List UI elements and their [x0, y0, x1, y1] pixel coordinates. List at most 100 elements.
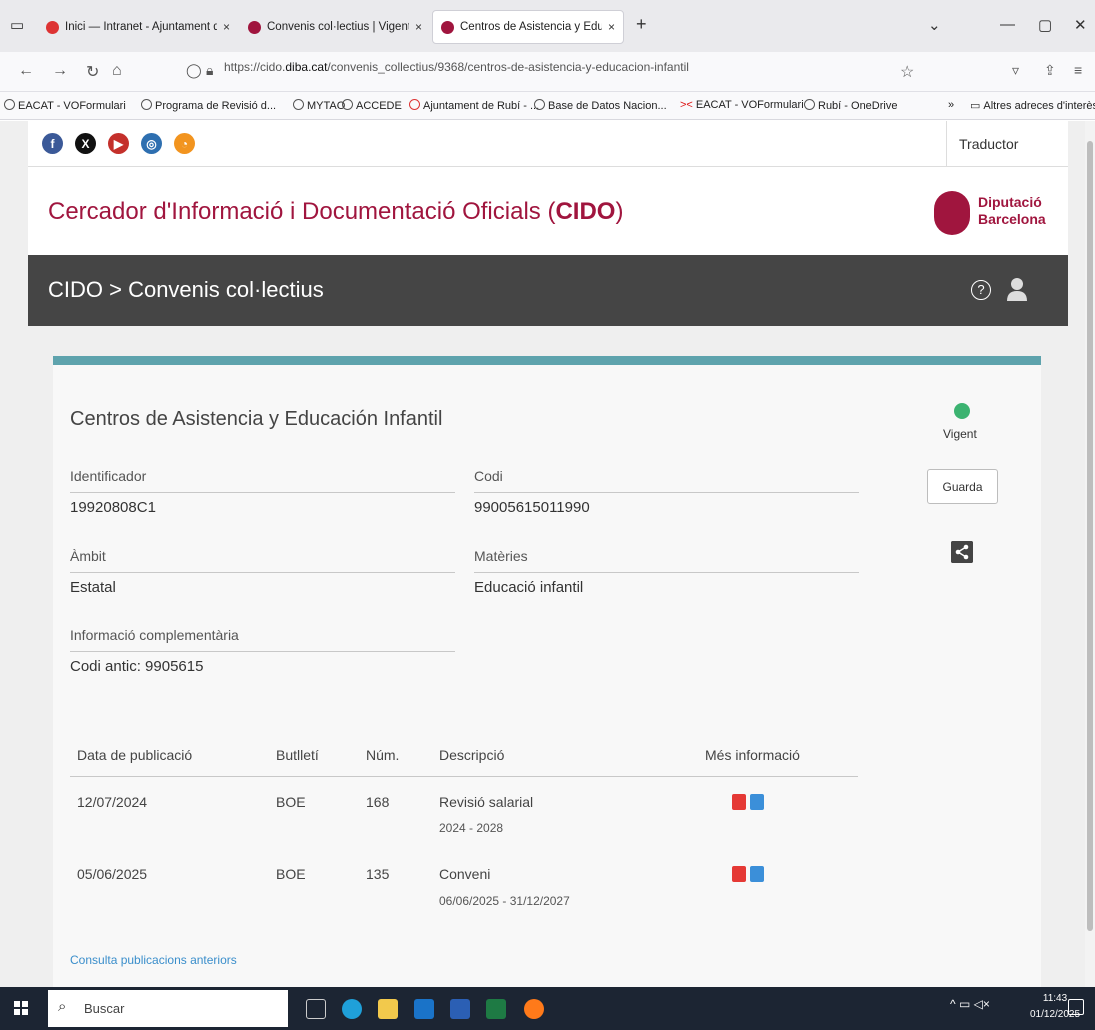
codi-value: 99005615011990	[474, 499, 590, 516]
save-button[interactable]: Guarda	[927, 469, 998, 504]
share-icon[interactable]	[951, 541, 973, 563]
bookmark-item[interactable]: Programa de Revisió d...	[141, 99, 276, 112]
close-window-icon[interactable]: ✕	[1074, 16, 1087, 34]
excel-icon[interactable]	[486, 999, 506, 1019]
eacat-icon: ><	[680, 99, 693, 111]
share-page-icon[interactable]: ⇪	[1044, 62, 1056, 79]
ambit-label: Àmbit	[70, 548, 106, 564]
tab-favicon-icon	[248, 20, 261, 34]
system-tray[interactable]: ^ ▭ ◁×	[950, 997, 990, 1011]
tab-list-icon[interactable]: ▭	[10, 16, 24, 34]
file-explorer-icon[interactable]	[378, 999, 398, 1019]
tab-close-icon[interactable]: ×	[223, 20, 230, 34]
tab-overflow-icon[interactable]: ⌄	[928, 16, 941, 34]
bookmark-item[interactable]: Rubí - OneDrive	[804, 99, 897, 112]
ajuntament-icon	[409, 99, 420, 110]
status-badge: Vigent	[943, 427, 977, 441]
notification-icon[interactable]	[1068, 999, 1084, 1015]
taskbar-search-input[interactable]: ⌕ Buscar	[48, 990, 288, 1027]
site-title[interactable]: Cercador d'Informació i Documentació Ofi…	[48, 198, 623, 226]
scrollbar-thumb[interactable]	[1087, 141, 1093, 931]
row-period: 2024 - 2028	[439, 821, 504, 835]
col-header-num: Núm.	[366, 747, 400, 763]
row-date: 05/06/2025	[77, 866, 148, 882]
image-icon	[293, 99, 304, 110]
task-view-icon[interactable]	[306, 999, 326, 1019]
maximize-icon[interactable]: ▢	[1038, 16, 1052, 34]
instagram-icon[interactable]: ◎	[141, 133, 162, 154]
bookmark-item[interactable]: EACAT - VOFormulari	[4, 99, 126, 112]
row-date: 12/07/2024	[77, 794, 148, 810]
diputacio-logo[interactable]: Diputació Barcelona	[934, 191, 1064, 235]
external-link-icon[interactable]	[750, 866, 764, 882]
minimize-icon[interactable]: —	[1000, 16, 1015, 33]
bookmarks-bar: EACAT - VOFormulari Programa de Revisió …	[0, 92, 1095, 120]
shield-icon[interactable]: ◯	[186, 62, 202, 79]
col-header-more-info: Més informació	[705, 747, 800, 763]
translator-button[interactable]: Traductor	[946, 121, 1068, 166]
tab-favicon-icon	[46, 20, 59, 34]
tab-close-icon[interactable]: ×	[415, 20, 422, 34]
facebook-icon[interactable]: f	[42, 133, 63, 154]
tab-intranet[interactable]: Inici — Intranet - Ajuntament d ×	[38, 10, 238, 44]
tab-close-icon[interactable]: ×	[608, 20, 615, 34]
word-icon[interactable]	[450, 999, 470, 1019]
info-value: Codi antic: 9905615	[70, 658, 204, 675]
url-bar[interactable]: https://cido.diba.cat/convenis_collectiu…	[224, 60, 689, 74]
home-icon[interactable]: ⌂	[112, 62, 122, 80]
row-bulletin: BOE	[276, 794, 306, 810]
codi-label: Codi	[474, 468, 503, 484]
globe-icon	[4, 99, 15, 110]
bookmark-item[interactable]: >< EACAT - VOFormulari	[680, 99, 804, 111]
windows-taskbar: ⌕ Buscar ^ ▭ ◁× 11:43 01/12/2025	[0, 987, 1095, 1030]
search-icon: ⌕	[58, 998, 67, 1015]
rss-icon[interactable]: ◔	[174, 133, 195, 154]
firefox-icon[interactable]	[524, 999, 544, 1019]
pocket-icon[interactable]: ▿	[1012, 62, 1019, 79]
browser-tab-bar: ▭ Inici — Intranet - Ajuntament d × Conv…	[0, 0, 1095, 52]
row-num: 135	[366, 866, 390, 882]
bookmarks-overflow-icon[interactable]: »	[948, 99, 954, 111]
back-icon[interactable]: ←	[18, 62, 34, 80]
other-bookmarks[interactable]: ▭ Altres adreces d'interès	[970, 99, 1095, 112]
user-icon[interactable]	[1006, 277, 1028, 301]
forward-icon[interactable]: →	[52, 62, 68, 80]
divider	[474, 492, 859, 493]
tab-centros-active[interactable]: Centros de Asistencia y Educaci ×	[432, 10, 624, 44]
breadcrumb[interactable]: CIDO > Convenis col·lectius	[48, 277, 324, 303]
col-header-date: Data de publicació	[77, 747, 193, 763]
section-bar: CIDO > Convenis col·lectius ?	[28, 255, 1068, 326]
pdf-icon[interactable]	[732, 866, 746, 882]
row-description: Conveni	[439, 866, 491, 882]
bookmark-item[interactable]: ACCEDE	[342, 99, 402, 112]
bookmark-item[interactable]: Base de Datos Nacion...	[534, 99, 667, 112]
header-divider	[28, 166, 1068, 167]
previous-publications-link[interactable]: Consulta publicacions anteriors	[70, 953, 237, 967]
bookmark-item[interactable]: Ajuntament de Rubí - ...	[409, 99, 539, 112]
materies-label: Matèries	[474, 548, 528, 564]
pdf-icon[interactable]	[732, 794, 746, 810]
page-scrollbar[interactable]	[1085, 121, 1095, 987]
external-link-icon[interactable]	[750, 794, 764, 810]
bookmark-star-icon[interactable]: ☆	[900, 62, 914, 82]
x-icon[interactable]: X	[75, 133, 96, 154]
windows-start-icon[interactable]	[14, 1001, 28, 1015]
new-tab-button[interactable]: +	[636, 14, 647, 35]
social-links: f X ▶ ◎ ◔	[42, 133, 195, 154]
tab-convenis[interactable]: Convenis col·lectius | Vigent | E ×	[240, 10, 430, 44]
globe-icon	[342, 99, 353, 110]
menu-icon[interactable]: ≡	[1074, 62, 1082, 78]
status-indicator	[954, 403, 970, 419]
col-header-bulletin: Butlletí	[276, 747, 319, 763]
divider	[70, 492, 455, 493]
reload-icon[interactable]: ↻	[86, 62, 99, 82]
col-header-description: Descripció	[439, 747, 505, 763]
identificador-label: Identificador	[70, 468, 147, 484]
convention-title: Centros de Asistencia y Educación Infant…	[70, 408, 443, 430]
lock-icon[interactable]: 🔒︎	[206, 62, 213, 79]
help-icon[interactable]: ?	[971, 280, 991, 300]
edge-icon[interactable]	[342, 999, 362, 1019]
youtube-icon[interactable]: ▶	[108, 133, 129, 154]
bookmark-item[interactable]: MYTAO	[293, 99, 345, 112]
outlook-icon[interactable]	[414, 999, 434, 1019]
